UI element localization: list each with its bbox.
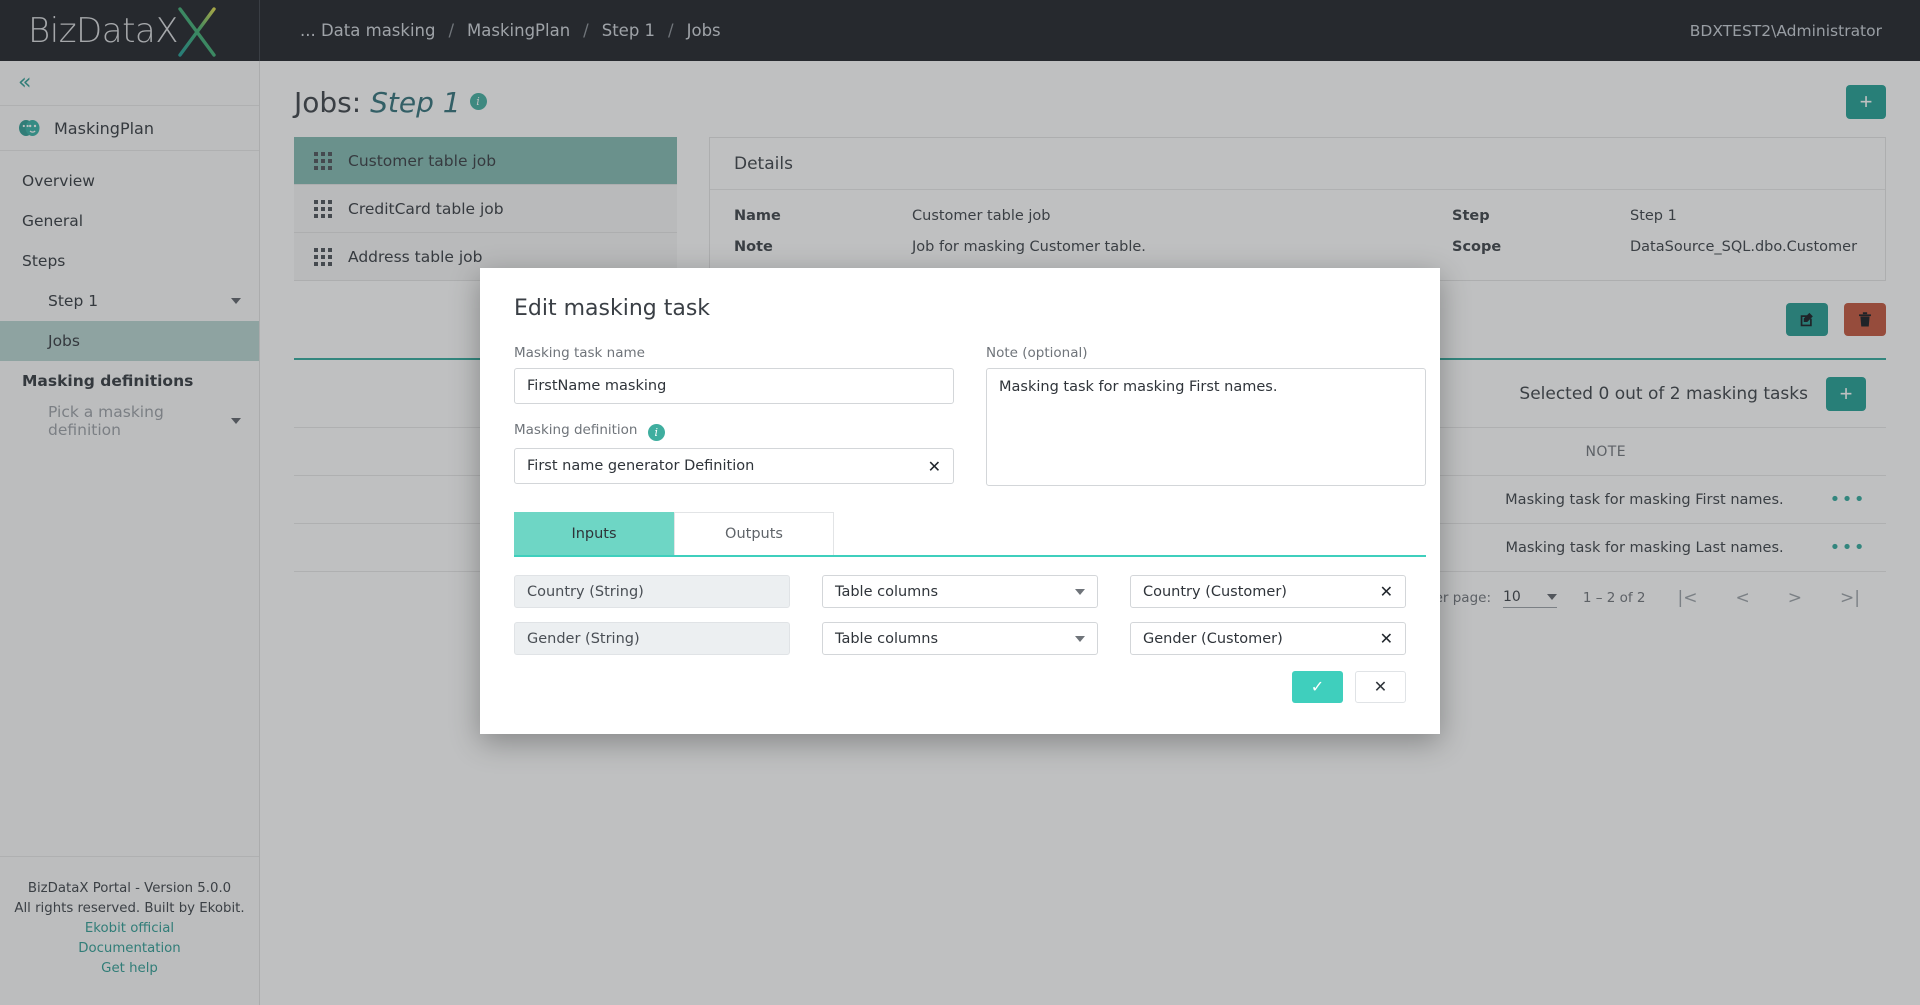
io-mapping-rows: Country (String) Table columns Country (… (514, 575, 1406, 655)
clear-mapping-icon[interactable]: ✕ (1380, 582, 1393, 601)
dialog-actions: ✓ ✕ (514, 671, 1406, 703)
io-source-value: Table columns (835, 630, 939, 647)
dialog-title: Edit masking task (514, 296, 711, 321)
io-row: Country (String) Table columns Country (… (514, 575, 1406, 608)
edit-masking-task-dialog: Edit masking task Masking task name Mask… (480, 268, 1440, 734)
masking-definition-label: Masking definition i (514, 422, 954, 441)
tab-inputs[interactable]: Inputs (514, 512, 674, 555)
tab-outputs[interactable]: Outputs (674, 512, 834, 555)
masking-task-name-input[interactable] (514, 368, 954, 404)
io-parameter-name: Gender (String) (514, 622, 790, 655)
io-mapped-value: Gender (Customer) (1143, 630, 1283, 647)
masking-task-name-label: Masking task name (514, 345, 645, 361)
masking-definition-select[interactable]: First name generator Definition ✕ (514, 448, 954, 484)
tab-label: Inputs (571, 526, 617, 542)
io-row: Gender (String) Table columns Gender (Cu… (514, 622, 1406, 655)
io-source-select[interactable]: Table columns (822, 575, 1098, 608)
io-parameter-name: Country (String) (514, 575, 790, 608)
io-mapped-value: Country (Customer) (1143, 583, 1287, 600)
app-root: BizDataX ... Data masking / MaskingPlan … (0, 0, 1920, 1005)
io-source-select[interactable]: Table columns (822, 622, 1098, 655)
dialog-fields: Masking task name Masking definition i F… (514, 345, 1426, 490)
io-source-value: Table columns (835, 583, 939, 600)
cancel-button[interactable]: ✕ (1355, 671, 1406, 703)
masking-definition-label-text: Masking definition (514, 422, 638, 438)
right-field-column: Note (optional) (986, 345, 1426, 490)
left-field-column: Masking task name Masking definition i F… (514, 345, 954, 490)
io-mapped-column[interactable]: Gender (Customer) ✕ (1130, 622, 1406, 655)
note-textarea[interactable] (986, 368, 1426, 486)
masking-definition-value: First name generator Definition (527, 458, 755, 474)
note-label: Note (optional) (986, 345, 1088, 361)
confirm-button[interactable]: ✓ (1292, 671, 1343, 703)
chevron-down-icon (1075, 635, 1085, 642)
clear-masking-definition-icon[interactable]: ✕ (928, 457, 941, 476)
clear-mapping-icon[interactable]: ✕ (1380, 629, 1393, 648)
info-icon[interactable]: i (647, 424, 665, 441)
io-mapped-column[interactable]: Country (Customer) ✕ (1130, 575, 1406, 608)
io-tabs: Inputs Outputs (514, 512, 1426, 557)
tab-label: Outputs (725, 526, 783, 542)
chevron-down-icon (1075, 588, 1085, 595)
